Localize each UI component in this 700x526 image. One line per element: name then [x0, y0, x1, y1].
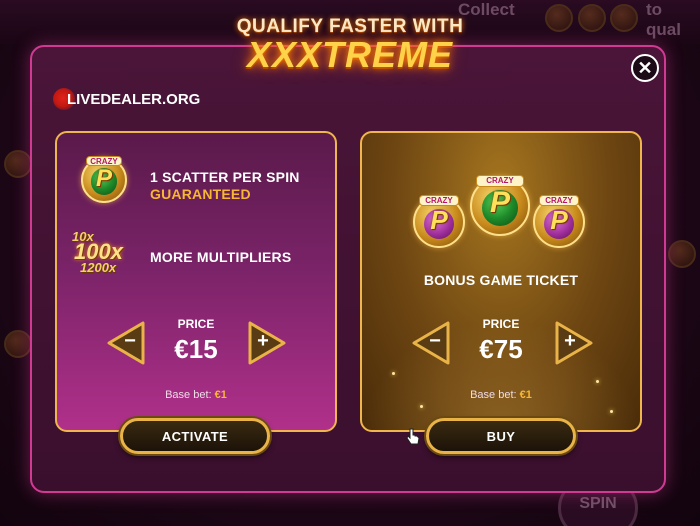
hand-cursor-icon	[406, 428, 420, 445]
crazy-coin-icon: CRAZY P	[533, 195, 585, 248]
multiplier-small-bottom: 1200x	[80, 260, 117, 275]
coin-letter: P	[550, 204, 568, 235]
price-decrease-button[interactable]: −	[412, 321, 450, 365]
price-decrease-button[interactable]: −	[107, 321, 145, 365]
close-icon: ✕	[637, 58, 653, 78]
price-label: PRICE	[482, 317, 520, 331]
price-increase-button[interactable]: +	[555, 321, 593, 365]
base-bet: Base bet: €1	[136, 389, 256, 401]
price-value: €15	[174, 334, 218, 364]
coin-letter: P	[95, 164, 112, 192]
sparkle-icon	[392, 372, 395, 375]
minus-icon: −	[429, 330, 441, 352]
crazy-coin-icon: CRAZY P	[81, 156, 127, 203]
buy-button[interactable]: BUY	[426, 418, 576, 454]
coin-letter: P	[489, 185, 510, 219]
sparkle-icon	[596, 380, 599, 383]
crazy-coin-icon: CRAZY P	[413, 195, 465, 248]
base-bet-value: €1	[519, 389, 532, 401]
coin-letter: P	[430, 204, 448, 235]
plus-icon: +	[564, 330, 576, 352]
watermark-text: LIVEDEALER.ORG	[67, 90, 201, 108]
bonus-ticket-title: BONUS GAME TICKET	[423, 272, 579, 288]
header-title: XXXTREME	[246, 34, 454, 75]
base-bet-label: Base bet:	[165, 389, 212, 401]
plus-icon: +	[257, 330, 269, 352]
background-coin-icon	[668, 240, 696, 268]
feature-scatter-line1: 1 SCATTER PER SPIN	[150, 169, 300, 185]
base-bet-value: €1	[214, 389, 227, 401]
base-bet: Base bet: €1	[441, 389, 561, 401]
sparkle-icon	[420, 405, 423, 408]
feature-multipliers: MORE MULTIPLIERS	[150, 249, 292, 265]
sparkle-icon	[610, 410, 613, 413]
background-spin-label: SPIN	[579, 495, 617, 512]
activate-button[interactable]: ACTIVATE	[120, 418, 270, 454]
feature-scatter: 1 SCATTER PER SPIN GUARANTEED	[150, 169, 300, 203]
background-coin-icon	[4, 150, 32, 178]
feature-scatter-line2: GUARANTEED	[150, 185, 251, 202]
price-label: PRICE	[177, 317, 215, 331]
price-increase-button[interactable]: +	[248, 321, 286, 365]
multiplier-badge-icon: 10x 100x 1200x	[72, 229, 134, 279]
price-value: €75	[479, 334, 523, 364]
crazy-coin-icon: CRAZY P	[470, 174, 530, 236]
background-coin-icon	[4, 330, 32, 358]
base-bet-label: Base bet:	[470, 389, 517, 401]
close-button[interactable]: ✕	[631, 54, 659, 82]
minus-icon: −	[124, 330, 136, 352]
watermark: LIVEDEALER.ORG	[53, 88, 200, 110]
